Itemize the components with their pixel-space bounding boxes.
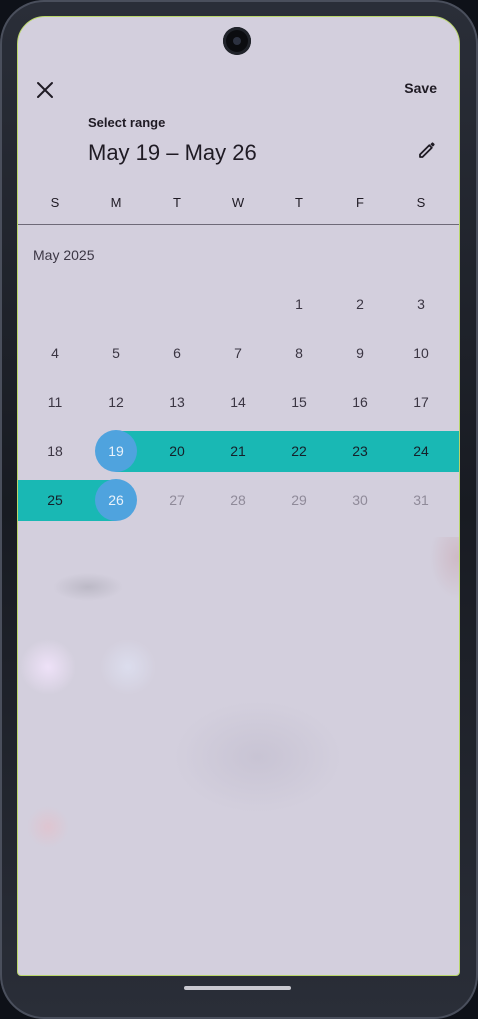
weekday-thu: T: [295, 195, 303, 210]
weekday-fri: F: [356, 195, 364, 210]
pencil-icon: [419, 142, 435, 158]
date-range-picker-dialog: Save Select range May 19 – May 26 S M T …: [17, 16, 460, 976]
weekday-wed: W: [231, 195, 245, 210]
gesture-navigation-bar[interactable]: [184, 986, 291, 990]
day-cell[interactable]: 17: [400, 381, 442, 423]
save-button[interactable]: Save: [404, 80, 437, 96]
month-label: May 2025: [33, 247, 95, 263]
day-cell[interactable]: 18: [34, 430, 76, 472]
day-cell[interactable]: 8: [278, 332, 320, 374]
day-cell[interactable]: 6: [156, 332, 198, 374]
edit-input-mode-button[interactable]: [414, 137, 440, 163]
weekday-sat: S: [416, 195, 426, 210]
selected-range-headline: May 19 – May 26: [88, 140, 257, 165]
day-cell[interactable]: 31: [400, 479, 442, 521]
weekday-mon: M: [110, 195, 122, 210]
day-cell[interactable]: 2: [339, 283, 381, 325]
close-icon: [37, 82, 53, 98]
day-cell[interactable]: 16: [339, 381, 381, 423]
front-camera: [223, 27, 251, 55]
headline-label: Select range: [88, 115, 166, 130]
day-cell-in-range[interactable]: 20: [156, 430, 198, 472]
day-cell[interactable]: 12: [95, 381, 137, 423]
day-cell[interactable]: 29: [278, 479, 320, 521]
day-cell-in-range[interactable]: 25: [34, 479, 76, 521]
day-cell[interactable]: 9: [339, 332, 381, 374]
day-cell[interactable]: 27: [156, 479, 198, 521]
day-cell[interactable]: 10: [400, 332, 442, 374]
day-cell-in-range[interactable]: 21: [217, 430, 259, 472]
day-cell[interactable]: 7: [217, 332, 259, 374]
day-cell[interactable]: 5: [95, 332, 137, 374]
header-divider: [18, 224, 459, 225]
day-cell[interactable]: 11: [34, 381, 76, 423]
close-button[interactable]: [32, 77, 58, 103]
weekday-tue: T: [173, 195, 181, 210]
day-cell[interactable]: 3: [400, 283, 442, 325]
day-cell[interactable]: 15: [278, 381, 320, 423]
weekday-sun: S: [50, 195, 60, 210]
day-cell[interactable]: 4: [34, 332, 76, 374]
day-cell[interactable]: 28: [217, 479, 259, 521]
day-cell[interactable]: 30: [339, 479, 381, 521]
day-cell-in-range[interactable]: 22: [278, 430, 320, 472]
range-end-day[interactable]: 26: [95, 479, 137, 521]
weekday-header: S M T W T F S: [18, 195, 459, 215]
blurred-background: [18, 537, 459, 975]
day-cell-in-range[interactable]: 24: [400, 430, 442, 472]
day-cell-in-range[interactable]: 23: [339, 430, 381, 472]
day-cell[interactable]: 1: [278, 283, 320, 325]
day-cell[interactable]: 14: [217, 381, 259, 423]
range-start-day[interactable]: 19: [95, 430, 137, 472]
phone-frame: Save Select range May 19 – May 26 S M T …: [0, 0, 478, 1019]
day-cell[interactable]: 13: [156, 381, 198, 423]
